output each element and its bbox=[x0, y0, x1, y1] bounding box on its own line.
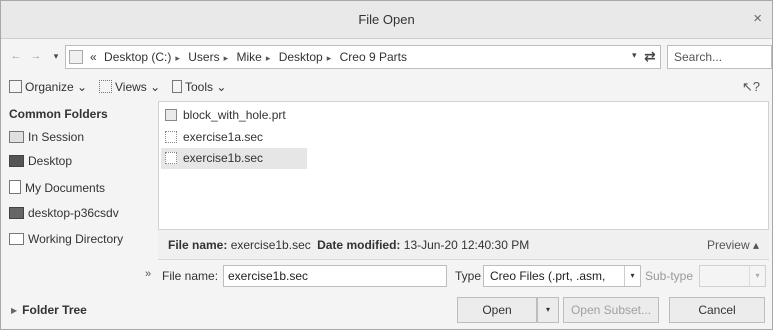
expand-triangle-icon: ▶ bbox=[11, 306, 18, 315]
dialog-footer: ▶ Folder Tree Open ▾ Open Subset... Cance… bbox=[7, 296, 766, 326]
section-icon bbox=[165, 152, 177, 164]
path-dropdown-icon[interactable]: ▾ bbox=[632, 50, 637, 61]
title-bar: File Open × bbox=[1, 1, 772, 39]
close-icon[interactable]: × bbox=[753, 10, 762, 27]
toolbar: Organize ⌄ Views ⌄ Tools ⌄ ↖? bbox=[7, 77, 766, 99]
computer-icon bbox=[9, 207, 24, 219]
chevron-down-icon[interactable]: ▾ bbox=[624, 266, 640, 286]
tools-icon bbox=[172, 80, 182, 93]
path-prefix-icon[interactable]: « bbox=[90, 50, 97, 64]
views-menu[interactable]: Views ⌄ bbox=[99, 80, 160, 94]
sidebar-item-label: Working Directory bbox=[28, 232, 124, 246]
cancel-button[interactable]: Cancel bbox=[669, 297, 765, 323]
open-subset-button[interactable]: Open Subset... bbox=[563, 297, 659, 323]
sidebar-item-my-documents[interactable]: My Documents bbox=[9, 180, 157, 202]
dialog-title: File Open bbox=[358, 12, 415, 27]
chevron-right-icon[interactable]: ▸ bbox=[224, 53, 229, 63]
type-label: Type bbox=[455, 269, 482, 283]
info-date-label: Date modified: bbox=[317, 238, 401, 252]
info-file-name-label: File name: bbox=[168, 238, 228, 252]
path-box[interactable]: « Desktop (C:) ▸ Users ▸ Mike ▸ Desktop ▸ Cr… bbox=[65, 45, 661, 69]
tools-menu[interactable]: Tools ⌄ bbox=[172, 80, 226, 94]
desktop-icon bbox=[9, 155, 24, 167]
file-info-bar: File name: exercise1b.sec Date modified:… bbox=[158, 230, 769, 260]
file-name: exercise1b.sec bbox=[183, 151, 264, 165]
breadcrumb: « Desktop (C:) ▸ Users ▸ Mike ▸ Desktop ▸ Cr… bbox=[90, 50, 411, 64]
subtype-label: Sub-type bbox=[645, 269, 694, 283]
type-select[interactable]: Creo Files (.prt, .asm, ▾ bbox=[483, 265, 641, 287]
part-icon bbox=[165, 109, 177, 121]
subtype-select[interactable]: ▾ bbox=[699, 265, 766, 287]
refresh-icon[interactable]: ⇄ bbox=[644, 48, 656, 65]
folder-icon bbox=[69, 50, 83, 64]
breadcrumb-item[interactable]: Mike bbox=[236, 50, 261, 64]
breadcrumb-item[interactable]: Users bbox=[188, 50, 219, 64]
open-button[interactable]: Open bbox=[457, 297, 537, 323]
file-name: exercise1a.sec bbox=[183, 130, 264, 144]
sidebar-item-computer[interactable]: desktop-p36csdv bbox=[9, 206, 157, 228]
open-dropdown-icon[interactable]: ▾ bbox=[537, 297, 559, 323]
file-name-label: File name: bbox=[162, 269, 219, 283]
info-file-name-value: exercise1b.sec bbox=[230, 238, 311, 252]
sidebar-item-label: desktop-p36csdv bbox=[28, 206, 119, 220]
chevron-down-icon[interactable]: ▾ bbox=[749, 266, 765, 286]
common-folders-sidebar: Common Folders In Session Desktop My Doc… bbox=[7, 104, 157, 260]
file-list[interactable]: block_with_hole.prt exercise1a.sec exerc… bbox=[158, 101, 769, 230]
file-info: File name: exercise1b.sec Date modified:… bbox=[168, 238, 529, 252]
file-name-row: » File name: Type Creo Files (.prt, .asm… bbox=[7, 265, 766, 289]
preview-toggle[interactable]: Preview ▴ bbox=[707, 238, 759, 252]
breadcrumb-item[interactable]: Desktop (C:) bbox=[104, 50, 171, 64]
sidebar-item-label: Desktop bbox=[28, 154, 73, 168]
sidebar-item-label: In Session bbox=[28, 130, 85, 144]
forward-icon[interactable]: → bbox=[27, 47, 45, 65]
file-item-exercise1b[interactable]: exercise1b.sec bbox=[161, 148, 307, 169]
search-input[interactable]: Search... bbox=[667, 45, 772, 69]
back-icon[interactable]: ← bbox=[7, 47, 25, 65]
breadcrumb-item[interactable]: Creo 9 Parts bbox=[340, 50, 407, 64]
file-item-block-with-hole[interactable]: block_with_hole.prt bbox=[161, 105, 292, 126]
tools-label: Tools ⌄ bbox=[185, 80, 227, 94]
monitor-icon bbox=[9, 131, 24, 143]
chevron-right-icon[interactable]: ▸ bbox=[327, 53, 332, 63]
help-icon[interactable]: ↖? bbox=[742, 79, 760, 95]
folder-tree-toggle[interactable]: ▶ Folder Tree bbox=[11, 303, 87, 317]
file-open-dialog: File Open × ← → ▾ « Desktop (C:) ▸ Users ▸… bbox=[0, 0, 773, 330]
history-dropdown-icon[interactable]: ▾ bbox=[47, 47, 65, 65]
organize-label: Organize ⌄ bbox=[25, 80, 88, 94]
sidebar-item-in-session[interactable]: In Session bbox=[9, 130, 157, 152]
type-value: Creo Files (.prt, .asm, bbox=[490, 269, 606, 283]
sidebar-item-working-directory[interactable]: Working Directory bbox=[9, 232, 157, 254]
sidebar-expand-icon[interactable]: » bbox=[145, 268, 151, 280]
documents-icon bbox=[9, 180, 21, 194]
folder-tree-label: Folder Tree bbox=[22, 303, 87, 317]
sidebar-item-desktop[interactable]: Desktop bbox=[9, 154, 157, 176]
address-bar: ← → ▾ « Desktop (C:) ▸ Users ▸ Mike ▸ Deskt… bbox=[7, 45, 772, 69]
file-item-exercise1a[interactable]: exercise1a.sec bbox=[161, 127, 269, 148]
views-icon bbox=[99, 80, 112, 93]
organize-menu[interactable]: Organize ⌄ bbox=[9, 80, 87, 94]
views-label: Views ⌄ bbox=[115, 80, 161, 94]
file-name: block_with_hole.prt bbox=[183, 108, 286, 122]
organize-icon bbox=[9, 80, 22, 93]
chevron-right-icon[interactable]: ▸ bbox=[266, 53, 271, 63]
breadcrumb-item[interactable]: Desktop bbox=[279, 50, 323, 64]
chevron-right-icon[interactable]: ▸ bbox=[175, 53, 180, 63]
file-name-field[interactable] bbox=[223, 265, 447, 287]
sidebar-heading: Common Folders bbox=[9, 107, 108, 121]
sidebar-item-label: My Documents bbox=[25, 181, 106, 195]
section-icon bbox=[165, 131, 177, 143]
folder-star-icon bbox=[9, 233, 24, 245]
info-date-value: 13-Jun-20 12:40:30 PM bbox=[403, 238, 530, 252]
